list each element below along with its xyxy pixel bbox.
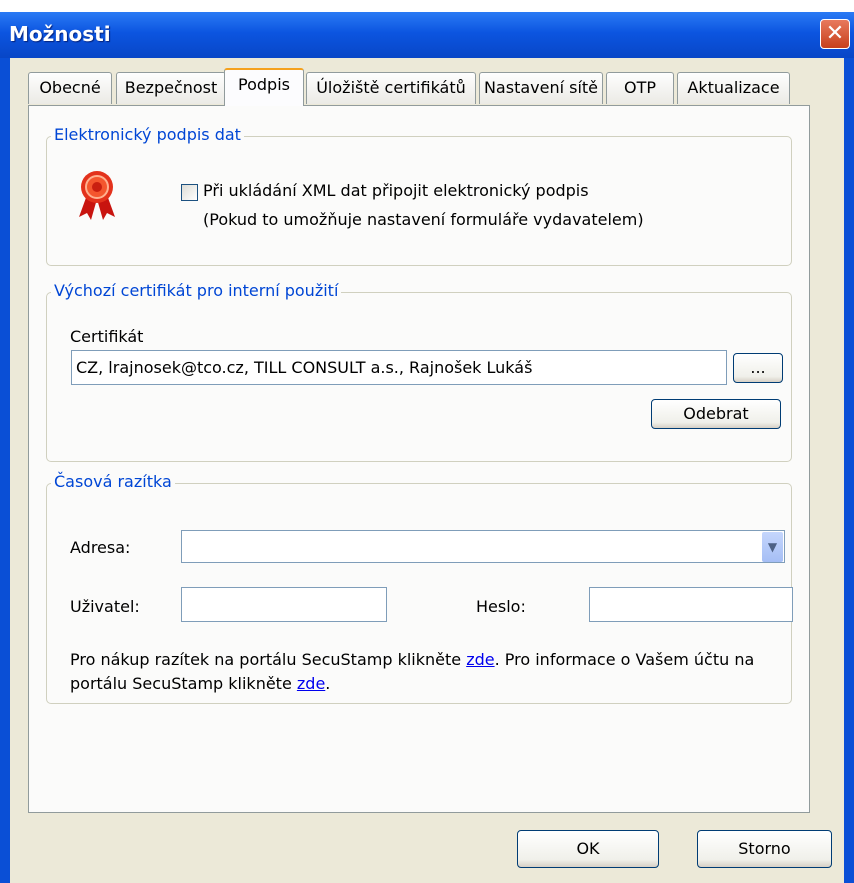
info-text-1: Pro nákup razítek na portálu SecuStamp k… — [70, 650, 467, 669]
timestamp-info-line-2: portálu SecuStamp klikněte zde. — [70, 674, 330, 693]
user-label: Uživatel: — [70, 597, 140, 616]
certificate-label: Certifikát — [70, 327, 144, 346]
user-field[interactable] — [181, 587, 387, 622]
browse-certificate-button[interactable]: ... — [733, 353, 783, 383]
address-dropdown[interactable]: ▼ — [181, 530, 785, 563]
tab-otp[interactable]: OTP — [606, 72, 674, 104]
info-text-4: . — [325, 674, 331, 693]
certificate-group-legend: Výchozí certifikát pro interní použití — [51, 281, 342, 300]
address-label: Adresa: — [70, 538, 131, 557]
title-bar[interactable]: Možnosti ✕ — [0, 12, 854, 58]
signature-note: (Pokud to umožňuje nastavení formuláře v… — [203, 210, 644, 229]
password-field[interactable] — [589, 587, 793, 622]
info-text-3: portálu SecuStamp klikněte — [70, 674, 297, 693]
info-text-2: . Pro informace o Vašem účtu na — [494, 650, 755, 669]
options-dialog: Možnosti ✕ Obecné Bezpečnost Podpis Úlož… — [0, 12, 854, 883]
tab-aktualizace[interactable]: Aktualizace — [677, 72, 790, 104]
timestamp-group: Časová razítka Adresa: ▼ Uživatel: Heslo… — [46, 472, 793, 704]
account-link[interactable]: zde — [297, 674, 325, 693]
signature-group: Elektronický podpis dat Při ukládání XML… — [46, 125, 792, 266]
attach-signature-label: Při ukládání XML dat připojit elektronic… — [203, 181, 589, 200]
signature-group-legend: Elektronický podpis dat — [51, 125, 244, 144]
dialog-title: Možnosti — [9, 22, 111, 46]
timestamp-info-line-1: Pro nákup razítek na portálu SecuStamp k… — [70, 650, 754, 669]
tab-nastaveni-site[interactable]: Nastavení sítě — [479, 72, 603, 104]
cancel-button[interactable]: Storno — [697, 830, 832, 868]
tab-obecne[interactable]: Obecné — [28, 72, 112, 104]
close-icon[interactable]: ✕ — [820, 19, 850, 49]
tab-panel-podpis: Elektronický podpis dat Při ukládání XML… — [28, 105, 810, 813]
certificate-group: Výchozí certifikát pro interní použití C… — [46, 281, 792, 462]
dialog-client-area: Obecné Bezpečnost Podpis Úložiště certif… — [10, 58, 844, 883]
password-label: Heslo: — [476, 597, 526, 616]
timestamp-group-legend: Časová razítka — [51, 472, 175, 491]
award-ribbon-icon — [79, 171, 115, 220]
attach-signature-checkbox[interactable] — [181, 184, 198, 201]
tab-bezpecnost[interactable]: Bezpečnost — [116, 72, 226, 104]
remove-certificate-button[interactable]: Odebrat — [651, 399, 781, 429]
chevron-down-icon[interactable]: ▼ — [762, 532, 783, 562]
ok-button[interactable]: OK — [517, 830, 659, 868]
tab-uloziste-certifikatu[interactable]: Úložiště certifikátů — [306, 72, 476, 104]
certificate-field[interactable]: CZ, lrajnosek@tco.cz, TILL CONSULT a.s.,… — [71, 350, 727, 385]
purchase-link[interactable]: zde — [466, 650, 494, 669]
tab-podpis[interactable]: Podpis — [224, 68, 304, 106]
